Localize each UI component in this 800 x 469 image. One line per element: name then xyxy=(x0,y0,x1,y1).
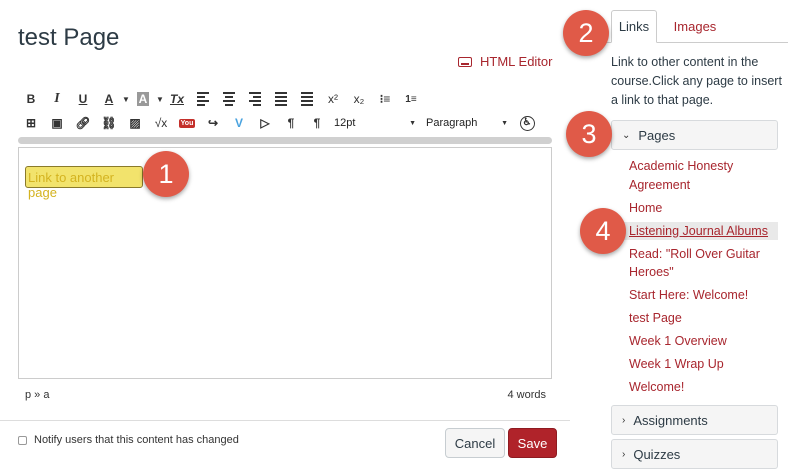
list-item[interactable]: Start Here: Welcome! xyxy=(611,286,778,305)
paragraph-ltr-icon[interactable]: ¶ xyxy=(278,112,304,134)
list-item[interactable]: Week 1 Overview xyxy=(611,332,778,351)
chevron-down-icon[interactable]: ▼ xyxy=(156,95,164,104)
youtube-icon[interactable]: You xyxy=(174,112,200,134)
editor-toolbar: B I U A ▼ A ▼ Tx x² x₂ ⁝≡ 1≡ ⊞ ▣ 🔗︎ ⛓︎ ▨… xyxy=(18,88,552,142)
notify-label: Notify users that this content has chang… xyxy=(34,434,239,446)
section-label: Pages xyxy=(638,127,676,143)
sidebar-tabs: Links Images xyxy=(601,10,788,43)
toolbar-row-2: ⊞ ▣ 🔗︎ ⛓︎ ▨ √x You ↪ V ▷ ¶ ¶ 12pt ▼ Parag… xyxy=(18,112,540,134)
chevron-down-icon[interactable]: ▼ xyxy=(122,95,130,104)
chevron-down-icon: ▼ xyxy=(409,119,416,127)
image-icon[interactable]: ▨ xyxy=(122,112,148,134)
page-title: test Page xyxy=(18,24,120,51)
list-item[interactable]: Academic Honesty Agreement xyxy=(611,157,778,194)
notify-checkbox-row[interactable]: Notify users that this content has chang… xyxy=(18,434,239,446)
bold-button[interactable]: B xyxy=(18,88,44,110)
sidebar-description: Link to other content in the course.Clic… xyxy=(611,55,782,107)
callout-marker: 4 xyxy=(580,208,626,254)
math-icon[interactable]: √x xyxy=(148,112,174,134)
html-editor-link[interactable]: HTML Editor xyxy=(458,54,552,69)
chevron-right-icon: › xyxy=(622,414,626,426)
keyboard-icon xyxy=(458,56,472,67)
section-label: Assignments xyxy=(633,412,708,428)
vimeo-icon[interactable]: V xyxy=(226,112,252,134)
pages-list: Academic Honesty Agreement Home Listenin… xyxy=(611,157,778,401)
tab-links[interactable]: Links xyxy=(611,10,657,43)
word-count: 4 words xyxy=(507,389,546,401)
paragraph-rtl-icon[interactable]: ¶ xyxy=(304,112,330,134)
font-size-select[interactable]: 12pt ▼ xyxy=(330,112,422,134)
block-format-select[interactable]: Paragraph ▼ xyxy=(422,112,514,134)
chevron-down-icon: ⌄ xyxy=(622,129,631,141)
list-item[interactable]: Read: "Roll Over Guitar Heroes" xyxy=(611,245,778,282)
selected-link-text[interactable]: Link to another page xyxy=(25,166,143,200)
tab-images[interactable]: Images xyxy=(667,10,723,43)
chevron-right-icon: › xyxy=(622,448,626,460)
list-item[interactable]: Listening Journal Albums xyxy=(611,221,778,240)
accessibility-icon[interactable]: ♿︎ xyxy=(514,112,540,134)
background-color-button[interactable]: A xyxy=(130,88,156,110)
outdent-button[interactable] xyxy=(268,88,294,110)
callout-marker: 1 xyxy=(143,151,189,197)
media-icon[interactable]: ▣ xyxy=(44,112,70,134)
underline-button[interactable]: U xyxy=(70,88,96,110)
align-center-button[interactable] xyxy=(216,88,242,110)
cancel-button[interactable]: Cancel xyxy=(445,428,505,458)
indent-button[interactable] xyxy=(294,88,320,110)
element-path: p » a xyxy=(25,389,50,401)
italic-button[interactable]: I xyxy=(44,88,70,110)
save-button[interactable]: Save xyxy=(508,428,557,458)
list-item[interactable]: Week 1 Wrap Up xyxy=(611,355,778,374)
link-icon[interactable]: 🔗︎ xyxy=(70,112,96,134)
toolbar-scrollbar[interactable] xyxy=(18,137,552,144)
section-quizzes[interactable]: › Quizzes xyxy=(611,439,778,469)
table-icon[interactable]: ⊞ xyxy=(18,112,44,134)
clear-formatting-button[interactable]: Tx xyxy=(164,88,190,110)
external-tool-icon[interactable]: ↪ xyxy=(200,112,226,134)
rich-text-editor[interactable]: Link to another page xyxy=(18,147,552,379)
unlink-icon[interactable]: ⛓︎ xyxy=(96,112,122,134)
bullet-list-icon[interactable]: ⁝≡ xyxy=(372,88,398,110)
superscript-icon[interactable]: x² xyxy=(320,88,346,110)
callout-marker: 3 xyxy=(566,111,612,157)
text-color-button[interactable]: A xyxy=(96,88,122,110)
list-item[interactable]: Welcome! xyxy=(611,378,778,397)
align-left-button[interactable] xyxy=(190,88,216,110)
section-assignments[interactable]: › Assignments xyxy=(611,405,778,435)
editor-statusbar: p » a 4 words xyxy=(18,380,552,406)
subscript-icon[interactable]: x₂ xyxy=(346,88,372,110)
chevron-down-icon: ▼ xyxy=(501,119,508,127)
list-item[interactable]: test Page xyxy=(611,309,778,328)
list-item[interactable]: Home xyxy=(611,199,778,218)
callout-marker: 2 xyxy=(563,10,609,56)
video-icon[interactable]: ▷ xyxy=(252,112,278,134)
html-editor-label: HTML Editor xyxy=(480,54,553,69)
section-pages[interactable]: ⌄ Pages xyxy=(611,120,778,150)
toolbar-row-1: B I U A ▼ A ▼ Tx x² x₂ ⁝≡ 1≡ xyxy=(18,88,424,110)
notify-checkbox[interactable] xyxy=(18,435,27,445)
divider xyxy=(0,420,570,421)
align-right-button[interactable] xyxy=(242,88,268,110)
numbered-list-icon[interactable]: 1≡ xyxy=(398,88,424,110)
section-label: Quizzes xyxy=(633,446,681,462)
